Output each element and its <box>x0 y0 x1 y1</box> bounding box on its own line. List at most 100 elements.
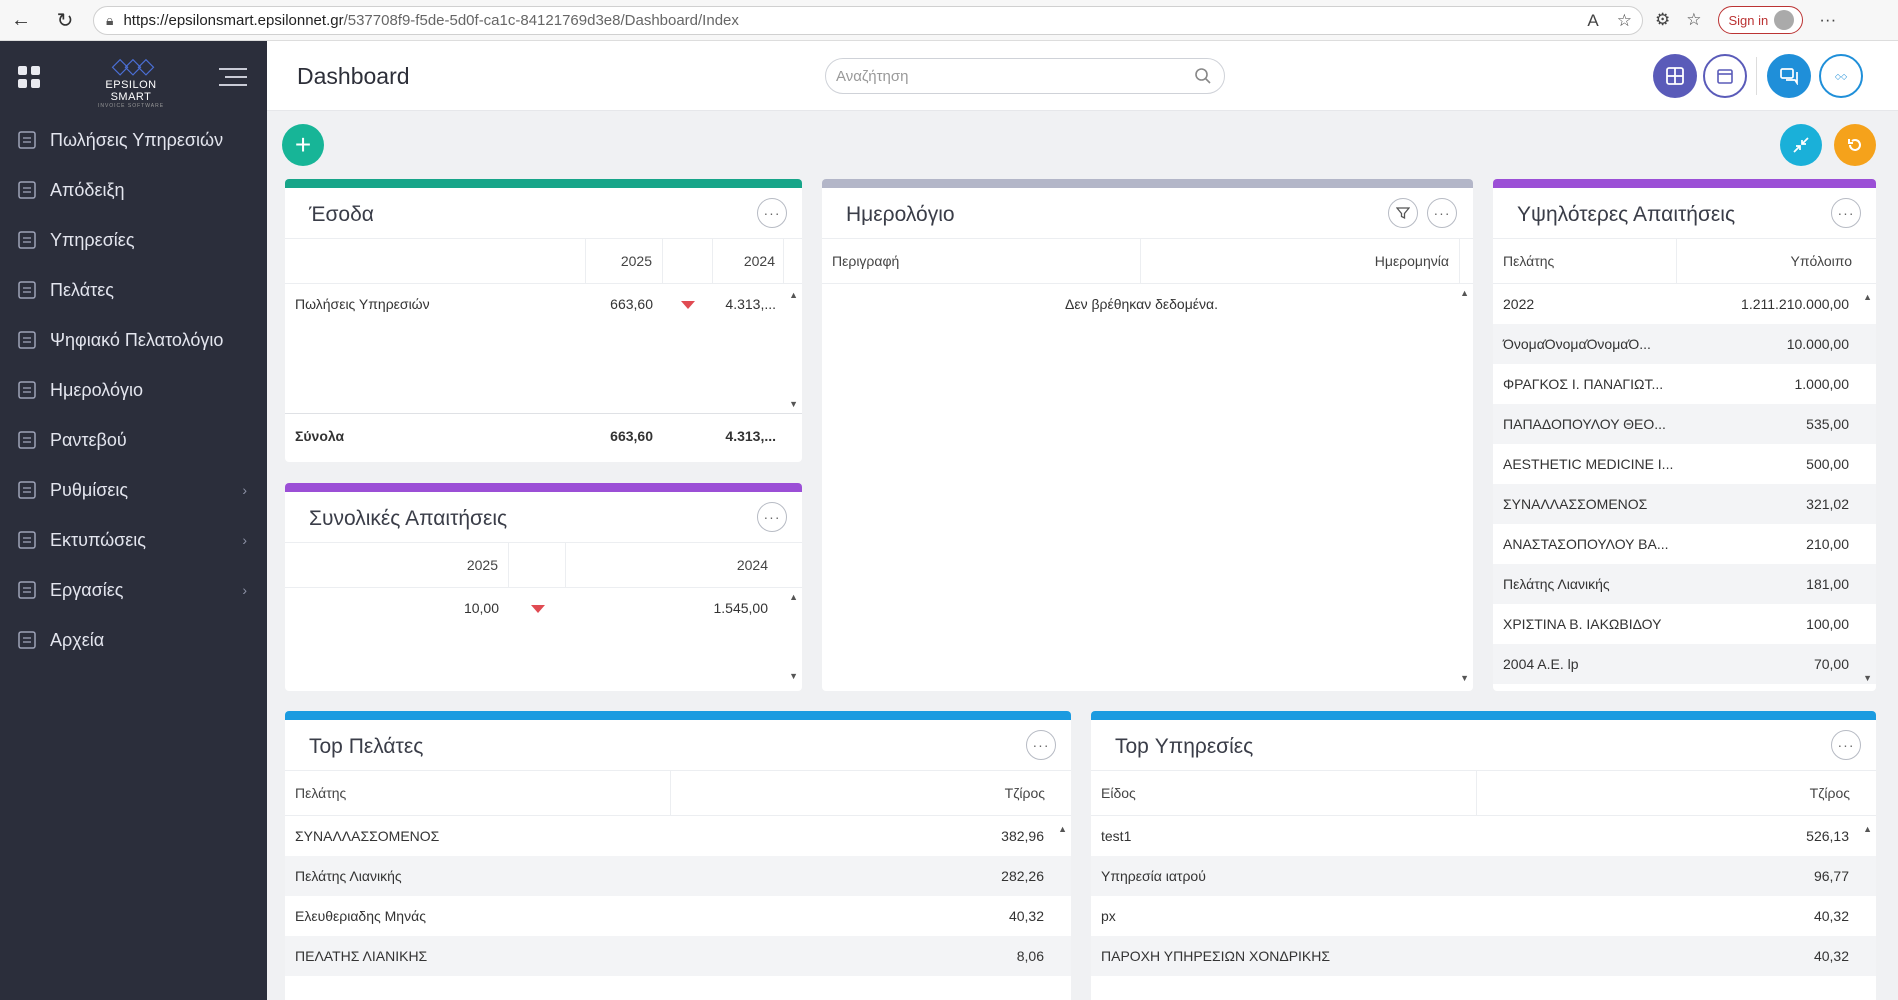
sidebar-item-label: Ραντεβού <box>50 429 127 450</box>
sidebar-item-5[interactable]: Ημερολόγιο <box>0 365 267 415</box>
sidebar-item-0[interactable]: Πωλήσεις Υπηρεσιών <box>0 115 267 165</box>
logo[interactable]: ◇◇◇ EPSILON SMART INVOICE SOFTWARE <box>85 55 177 110</box>
signin-button[interactable]: Sign in <box>1717 6 1804 34</box>
table-row[interactable]: test1 526,13 <box>1091 816 1876 856</box>
table-row[interactable]: Πελάτης Λιανικής 282,26 <box>285 856 1071 896</box>
row-value: 526,13 <box>1806 828 1849 844</box>
sidebar-item-label: Εργασίες <box>50 579 124 600</box>
calendar-more-button[interactable]: ··· <box>1427 198 1457 228</box>
calendar-icon <box>1717 69 1733 84</box>
top-services-more-button[interactable]: ··· <box>1831 730 1861 760</box>
sidebar-item-8[interactable]: Εκτυπώσεις › <box>0 515 267 565</box>
scroll-up-icon[interactable]: ▲ <box>1460 288 1469 298</box>
scroll-down-icon[interactable]: ▼ <box>1863 673 1872 683</box>
site-info-icon[interactable]: 🔒︎ <box>106 12 113 29</box>
highest-claims-table-header: Πελάτης Υπόλοιπο <box>1493 238 1876 284</box>
table-row[interactable]: ΠΕΛΑΤΗΣ ΛΙΑΝΙΚΗΣ 8,06 <box>285 936 1071 976</box>
table-row[interactable]: 2022 1.211.210.000,00 <box>1493 284 1876 324</box>
row-value: 70,00 <box>1813 656 1849 672</box>
row-name: Υπηρεσία ιατρού <box>1101 868 1206 884</box>
sidebar-item-3[interactable]: Πελάτες <box>0 265 267 315</box>
table-row[interactable]: 10,00 1.545,00 ▲ <box>285 588 802 628</box>
extensions-icon[interactable]: ⚙ <box>1655 10 1670 30</box>
sidebar-item-7[interactable]: Ρυθμίσεις › <box>0 465 267 515</box>
top-customers-card: Top Πελάτες ··· Πελάτης Τζίρος ΣΥΝΑΛΛΑΣΣ… <box>285 711 1071 1000</box>
sidebar-item-9[interactable]: Εργασίες › <box>0 565 267 615</box>
scroll-up-icon[interactable]: ▲ <box>789 290 798 300</box>
table-row[interactable]: ΦΡΑΓΚΟΣ Ι. ΠΑΝΑΓΙΩΤ... 1.000,00 <box>1493 364 1876 404</box>
row-value: 282,26 <box>1001 868 1044 884</box>
table-row[interactable]: 2004 Α.Ε. lp 70,00 <box>1493 644 1876 684</box>
collapse-button[interactable] <box>1780 124 1822 166</box>
table-row[interactable]: ΑΝΑΣΤΑΣΟΠΟΥΛΟΥ ΒΑ... 210,00 <box>1493 524 1876 564</box>
scroll-down-icon[interactable]: ▼ <box>1460 673 1469 683</box>
favorites-icon[interactable]: ☆ <box>1686 10 1701 30</box>
sidebar-item-6[interactable]: Ραντεβού <box>0 415 267 465</box>
scroll-up-icon[interactable]: ▲ <box>1863 824 1872 834</box>
table-row[interactable]: ΧΡΙΣΤΙΝΑ Β. ΙΑΚΩΒΙΔΟΥ 100,00 <box>1493 604 1876 644</box>
sidebar-item-icon <box>14 428 40 452</box>
total-claims-col-2025: 2025 <box>466 557 498 573</box>
chat-button[interactable] <box>1767 54 1811 98</box>
scroll-up-icon[interactable]: ▲ <box>789 592 798 602</box>
scroll-down-icon[interactable]: ▼ <box>789 399 798 409</box>
scroll-up-icon[interactable]: ▲ <box>1058 824 1067 834</box>
refresh-icon <box>1848 139 1861 151</box>
top-customers-more-button[interactable]: ··· <box>1026 730 1056 760</box>
sidebar-item-10[interactable]: Αρχεία <box>0 615 267 665</box>
calendar-card: Ημερολόγιο ··· Περιγραφή Ημερομηνία Δεν … <box>822 179 1473 691</box>
calendar-filter-button[interactable] <box>1388 198 1418 228</box>
row-value: 40,32 <box>1813 908 1849 924</box>
top-services-col-turnover: Τζίρος <box>1809 785 1850 801</box>
hamburger-menu-icon[interactable] <box>219 68 247 92</box>
sidebar-item-1[interactable]: Απόδειξη <box>0 165 267 215</box>
add-widget-button[interactable]: + <box>282 124 324 166</box>
dashboard-grid-button[interactable] <box>1653 54 1697 98</box>
sidebar-item-icon <box>14 378 40 402</box>
calendar-button[interactable] <box>1703 54 1747 98</box>
top-services-col-item: Είδος <box>1101 785 1136 801</box>
table-row[interactable]: Πωλήσεις Υπηρεσιών 663,60 4.313,... ▲ <box>285 284 802 324</box>
scroll-up-icon[interactable]: ▲ <box>1863 292 1872 302</box>
table-row[interactable]: Πελάτης Λιανικής 181,00 <box>1493 564 1876 604</box>
search-input[interactable]: Αναζήτηση <box>825 58 1225 94</box>
read-aloud-icon[interactable]: A <box>1587 11 1598 31</box>
table-row[interactable]: ΠΑΠΑΔΟΠΟΥΛΟΥ ΘΕΟ... 535,00 <box>1493 404 1876 444</box>
income-more-button[interactable]: ··· <box>757 198 787 228</box>
table-row[interactable]: ΣΥΝΑΛΛΑΣΣΟΜΕΝΟΣ 321,02 <box>1493 484 1876 524</box>
company-logo-button[interactable]: ◇◇ <box>1819 54 1863 98</box>
apps-grid-icon[interactable] <box>18 66 40 88</box>
highest-claims-more-button[interactable]: ··· <box>1831 198 1861 228</box>
favorite-star-icon[interactable]: ☆ <box>1617 11 1632 31</box>
top-customers-title: Top Πελάτες <box>309 735 424 758</box>
total-claims-col-2024: 2024 <box>736 557 768 573</box>
search-icon[interactable] <box>1194 67 1212 85</box>
row-name: 2004 Α.Ε. lp <box>1503 656 1579 672</box>
table-row[interactable]: ΣΥΝΑΛΛΑΣΣΟΜΕΝΟΣ 382,96 <box>285 816 1071 856</box>
table-row[interactable]: px 40,32 <box>1091 896 1876 936</box>
signin-label: Sign in <box>1728 12 1769 28</box>
more-icon[interactable]: ··· <box>1819 10 1836 30</box>
chevron-right-icon: › <box>242 532 247 548</box>
sidebar-item-icon <box>14 478 40 502</box>
table-row[interactable]: AESTHETIC MEDICINE I... 500,00 <box>1493 444 1876 484</box>
calendar-title: Ημερολόγιο <box>846 203 955 226</box>
sidebar-item-icon <box>14 278 40 302</box>
sidebar-item-2[interactable]: Υπηρεσίες <box>0 215 267 265</box>
refresh-button[interactable] <box>1834 124 1876 166</box>
sidebar-item-4[interactable]: Ψηφιακό Πελατολόγιο <box>0 315 267 365</box>
reload-icon[interactable]: ↻ <box>50 5 80 35</box>
back-icon[interactable]: ← <box>6 5 36 35</box>
row-value: 1.211.210.000,00 <box>1741 296 1849 312</box>
total-claims-more-button[interactable]: ··· <box>757 502 787 532</box>
row-name: AESTHETIC MEDICINE I... <box>1503 456 1674 472</box>
table-row[interactable]: Υπηρεσία ιατρού 96,77 <box>1091 856 1876 896</box>
row-value: 210,00 <box>1806 536 1849 552</box>
table-row[interactable]: Ελευθεριαδης Μηνάς 40,32 <box>285 896 1071 936</box>
row-value: 10.000,00 <box>1786 336 1849 352</box>
table-row[interactable]: ΠΑΡΟΧΗ ΥΠΗΡΕΣΙΩΝ ΧΟΝΔΡΙΚΗΣ 40,32 <box>1091 936 1876 976</box>
scroll-down-icon[interactable]: ▼ <box>789 671 798 681</box>
sidebar-item-icon <box>14 578 40 602</box>
address-bar[interactable]: 🔒︎ https://epsilonsmart.epsilonnet.gr/53… <box>93 6 1643 35</box>
table-row[interactable]: ΌνομαΌνομαΌνομαΌ... 10.000,00 <box>1493 324 1876 364</box>
